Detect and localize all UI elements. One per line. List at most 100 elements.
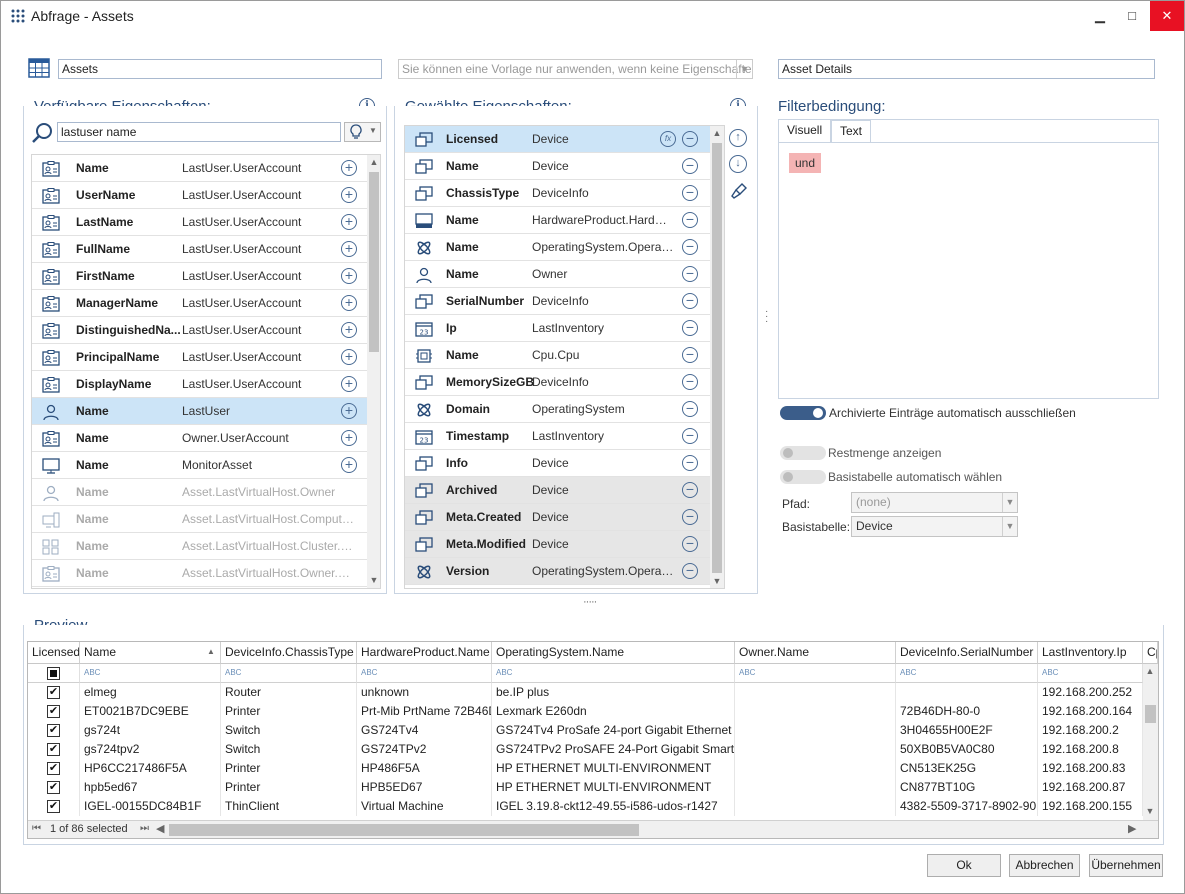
available-row[interactable]: FirstName LastUser.UserAccount + [32,263,367,290]
grid-cell[interactable]: GS724Tv4 [357,721,492,740]
chosen-row[interactable]: 23 Timestamp LastInventory − [405,423,710,450]
grid-cell[interactable] [735,702,896,721]
chosen-row[interactable]: MemorySizeGB DeviceInfo − [405,369,710,396]
remove-icon[interactable]: − [682,509,698,525]
property-search-input[interactable]: lastuser name [57,122,341,142]
scroll-left-icon[interactable]: ◀ [156,822,164,835]
grid-cell[interactable] [896,683,1038,702]
scroll-thumb[interactable] [712,143,722,573]
licensed-checkbox[interactable]: ✔ [47,686,60,699]
licensed-checkbox[interactable]: ✔ [47,705,60,718]
chosen-row[interactable]: Name Device − [405,153,710,180]
licensed-cell[interactable]: ✔ [28,702,80,721]
grid-cell[interactable]: 192.168.200.87 [1038,778,1143,797]
grid-cell[interactable]: elmeg [80,683,221,702]
filter-checkbox[interactable] [47,667,60,680]
move-down-icon[interactable]: ↓ [729,155,747,173]
available-row[interactable]: Name Asset.LastVirtualHost.Comput… [32,506,367,533]
chosen-row[interactable]: Archived Device − [405,477,710,504]
grid-cell[interactable]: Switch [221,740,357,759]
grid-cell[interactable] [735,797,896,816]
scroll-thumb[interactable] [369,172,379,352]
formula-icon[interactable]: fx [660,131,676,147]
rest-toggle[interactable] [780,446,826,460]
column-header[interactable]: Owner.Name [735,642,896,664]
column-filter-icon[interactable]: ABC [357,664,492,683]
column-header[interactable]: Cp [1143,642,1158,664]
grid-cell[interactable]: Printer [221,759,357,778]
suggest-dropdown[interactable]: ▼ [344,122,381,142]
available-row[interactable]: FullName LastUser.UserAccount + [32,236,367,263]
remove-icon[interactable]: − [682,401,698,417]
chosen-scrollbar[interactable]: ▲ ▼ [710,126,724,588]
add-icon[interactable]: + [341,241,357,257]
remove-icon[interactable]: − [682,482,698,498]
grid-cell[interactable]: CN877BT10G [896,778,1038,797]
remove-icon[interactable]: − [682,266,698,282]
grid-cell[interactable]: 192.168.200.252 [1038,683,1143,702]
grid-cell[interactable]: GS724Tv4 ProSafe 24-port Gigabit Etherne… [492,721,735,740]
column-filter-icon[interactable]: ABC [492,664,735,683]
chosen-row[interactable]: Name Owner − [405,261,710,288]
available-row[interactable]: Name Owner.UserAccount + [32,425,367,452]
grid-cell[interactable]: GS724TPv2 [357,740,492,759]
add-icon[interactable]: + [341,322,357,338]
column-filter-icon[interactable]: ABC [1038,664,1143,683]
add-icon[interactable]: + [341,295,357,311]
available-row[interactable]: LastName LastUser.UserAccount + [32,209,367,236]
available-row[interactable]: PrincipalName LastUser.UserAccount + [32,344,367,371]
grid-cell[interactable]: 192.168.200.8 [1038,740,1143,759]
grid-cell[interactable]: 72B46DH-80-0 [896,702,1038,721]
chosen-row[interactable]: Meta.Created Device − [405,504,710,531]
remove-icon[interactable]: − [682,347,698,363]
column-filter-icon[interactable]: ABC [735,664,896,683]
column-header[interactable]: LastInventory.Ip [1038,642,1143,664]
archived-toggle[interactable] [780,406,826,420]
chevron-down-icon[interactable]: ▼ [736,60,752,78]
licensed-checkbox[interactable]: ✔ [47,743,60,756]
remove-icon[interactable]: − [682,185,698,201]
chosen-row[interactable]: Name HardwareProduct.Hard… − [405,207,710,234]
chosen-row[interactable]: Meta.Modified Device − [405,531,710,558]
available-row[interactable]: DisplayName LastUser.UserAccount + [32,371,367,398]
grid-cell[interactable]: be.IP plus [492,683,735,702]
grid-cell[interactable]: IGEL 3.19.8-ckt12-49.55-i586-udos-r1427 [492,797,735,816]
grid-cell[interactable]: HP ETHERNET MULTI-ENVIRONMENT [492,778,735,797]
grid-cell[interactable]: 3H04655H00E2F [896,721,1038,740]
available-scrollbar[interactable]: ▲ ▼ [367,155,380,588]
grid-cell[interactable]: Virtual Machine [357,797,492,816]
grid-cell[interactable]: ThinClient [221,797,357,816]
grid-cell[interactable]: Lexmark E260dn [492,702,735,721]
grid-cell[interactable]: CN513EK25G [896,759,1038,778]
available-row[interactable]: Name Asset.LastVirtualHost.Owner [32,479,367,506]
column-header[interactable]: DeviceInfo.ChassisType [221,642,357,664]
template-select[interactable]: Sie können eine Vorlage nur anwenden, we… [398,59,753,79]
operator-chip[interactable]: und [789,153,822,173]
available-row[interactable]: Name Asset.LastVirtualHost.Owner.… [32,560,367,587]
remove-icon[interactable]: − [682,536,698,552]
scroll-down-icon[interactable]: ▼ [1143,806,1157,816]
remove-icon[interactable]: − [682,563,698,579]
grid-cell[interactable] [735,683,896,702]
add-icon[interactable]: + [341,430,357,446]
licensed-cell[interactable]: ✔ [28,740,80,759]
column-header[interactable]: DeviceInfo.SerialNumber [896,642,1038,664]
scroll-thumb[interactable] [1145,705,1156,723]
remove-icon[interactable]: − [682,212,698,228]
move-up-icon[interactable]: ↑ [729,129,747,147]
add-icon[interactable]: + [341,214,357,230]
grid-cell[interactable]: HP6CC217486F5A [80,759,221,778]
available-row[interactable]: Name MonitorAsset + [32,452,367,479]
chosen-row[interactable]: Name OperatingSystem.Opera… − [405,234,710,261]
chosen-row[interactable]: 23 Ip LastInventory − [405,315,710,342]
brush-icon[interactable] [730,182,748,200]
cancel-button[interactable]: Abbrechen [1009,854,1080,877]
licensed-checkbox[interactable]: ✔ [47,800,60,813]
close-button[interactable]: ✕ [1150,1,1184,31]
filter-checkbox-cell[interactable] [28,664,80,683]
column-header[interactable]: Licensed [28,642,80,664]
scroll-up-icon[interactable]: ▲ [1143,666,1157,676]
column-header[interactable]: HardwareProduct.Name [357,642,492,664]
first-page-icon[interactable]: ⏮ [32,823,41,834]
licensed-cell[interactable]: ✔ [28,721,80,740]
